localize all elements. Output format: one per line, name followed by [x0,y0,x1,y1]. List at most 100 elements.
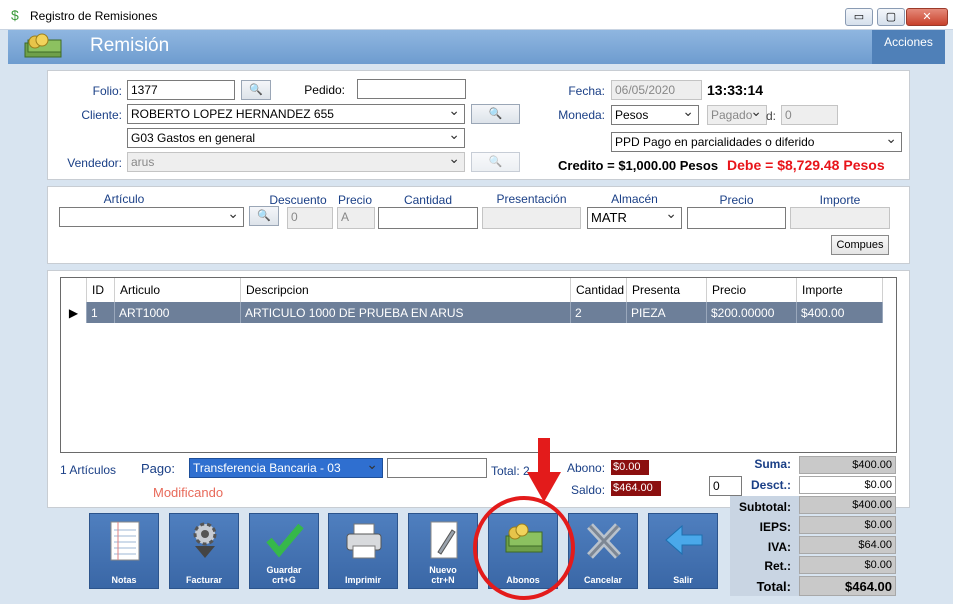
subtotal-value: $400.00 [799,496,896,514]
imprimir-button[interactable]: Imprimir [328,513,398,589]
facturar-label: Facturar [185,575,222,585]
grid-col-id[interactable]: ID [87,278,115,302]
gear-icon [193,522,217,558]
acciones-button[interactable]: Acciones [872,30,945,64]
cliente-label: Cliente: [81,108,122,122]
subtotal-label: Subtotal: [739,500,791,514]
notas-button[interactable]: Notas [89,513,159,589]
salir-label: Salir [673,575,693,585]
vendedor-search-button[interactable]: 🔍 [471,152,520,172]
compues-button[interactable]: Compues [831,235,889,255]
imprimir-label: Imprimir [344,575,381,585]
precio-col-label: Precio [337,193,372,207]
grid-col-articulo[interactable]: Articulo [115,278,241,302]
moneda-select[interactable]: Pesos [611,105,699,125]
maximize-button[interactable]: ▢ [877,8,905,26]
money-stack-icon [22,33,64,61]
dias-stepper[interactable]: 0 [781,105,838,125]
search-icon: 🔍 [488,156,503,168]
iva-value: $64.00 [799,536,896,554]
fecha-input[interactable]: 06/05/2020 [611,80,702,100]
grid-col-presenta[interactable]: Presenta [627,278,707,302]
salir-button[interactable]: Salir [648,513,718,589]
folio-input[interactable]: 1377 [127,80,235,100]
close-button[interactable]: ✕ [906,8,948,26]
page-title: Remisión [90,35,170,56]
search-icon: 🔍 [488,108,503,120]
metodo-pago-select[interactable]: PPD Pago en parcialidades o diferido [611,132,902,152]
precio2-col-label: Precio [719,193,754,207]
cliente-search-button[interactable]: 🔍 [471,104,520,124]
cell-id: 1 [87,302,115,323]
grid-col-importe[interactable]: Importe [797,278,883,302]
fecha-label: Fecha: [568,84,605,98]
cell-descripcion: ARTICULO 1000 DE PRUEBA EN ARUS [241,302,571,323]
descuento-input[interactable]: 0 [287,207,333,229]
articulo-search-button[interactable]: 🔍 [249,206,279,226]
importe-col-label: Importe [819,193,861,207]
presentacion-input[interactable] [482,207,581,229]
red-arrow-icon [527,438,561,502]
uso-cfdi-select[interactable]: G03 Gastos en general [127,128,465,148]
guardar-button[interactable]: Guardar crt+G [249,513,319,589]
pedido-label: Pedido: [304,83,345,97]
new-document-icon [430,521,458,559]
grid-col-precio[interactable]: Precio [707,278,797,302]
importe-input[interactable] [790,207,890,229]
guardar-label: Guardar [266,565,302,575]
search-icon: 🔍 [257,210,271,222]
nuevo-shortcut: ctr+N [431,575,455,585]
precio-input[interactable] [687,207,786,229]
ieps-label: IEPS: [759,520,791,534]
table-row[interactable]: ▶ 1 ART1000 ARTICULO 1000 DE PRUEBA EN A… [61,302,883,323]
articulos-count: 1 Artículos [60,463,117,477]
credito-text: Credito = $1,000.00 Pesos [558,158,719,173]
cancel-x-icon [587,523,621,559]
almacen-col-label: Almacén [611,192,658,206]
ret-label: Ret.: [764,559,791,573]
facturar-button[interactable]: Facturar [169,513,239,589]
row-marker-icon: ▶ [61,302,87,323]
iva-label: IVA: [767,540,791,554]
articulo-col-label: Artículo [103,192,145,206]
saldo-badge: $464.00 [611,481,661,496]
notas-label: Notas [111,575,137,585]
cliente-select[interactable]: ROBERTO LOPEZ HERNANDEZ 655 [127,104,465,124]
search-icon: 🔍 [249,84,263,96]
suma-label: Suma: [754,457,791,471]
articulo-select[interactable] [59,207,244,227]
cell-presenta: PIEZA [627,302,707,323]
cell-precio: $200.00000 [707,302,797,323]
cell-cantidad: 2 [571,302,627,323]
window-title: Registro de Remisiones [30,9,158,23]
cell-articulo: ART1000 [115,302,241,323]
grid-col-cantidad[interactable]: Cantidad [571,278,627,302]
cantidad-input[interactable] [378,207,478,229]
grid-col-descripcion[interactable]: Descripcion [241,278,571,302]
suma-value: $400.00 [799,456,896,474]
cell-importe: $400.00 [797,302,883,323]
guardar-shortcut: crt+G [272,575,296,585]
ret-value: $0.00 [799,556,896,574]
arrow-left-icon [665,524,703,556]
folio-search-button[interactable]: 🔍 [241,80,271,100]
vendedor-label: Vendedor: [67,156,122,170]
cantidad-col-label: Cantidad [403,193,453,207]
pago-label: Pago: [141,461,175,476]
precio-tipo-input[interactable]: A [337,207,375,229]
form-header: Remisión [8,30,945,64]
pago-select[interactable]: Transferencia Bancaria - 03 [189,458,383,478]
pagado-select[interactable]: Pagado [707,105,767,125]
desc-value: $0.00 [799,476,896,494]
checkmark-icon [266,523,304,558]
grid-row-header [61,278,87,302]
minimize-button[interactable]: ▭ [845,8,873,26]
almacen-select[interactable]: MATR [587,207,682,229]
total-value: $464.00 [799,576,896,596]
pedido-input[interactable] [357,79,466,99]
ieps-value: $0.00 [799,516,896,534]
abono-badge: $0.00 [611,460,649,475]
total-label: Total: [756,579,791,594]
nuevo-button[interactable]: Nuevo ctr+N [408,513,478,589]
vendedor-select[interactable]: arus [127,152,465,172]
